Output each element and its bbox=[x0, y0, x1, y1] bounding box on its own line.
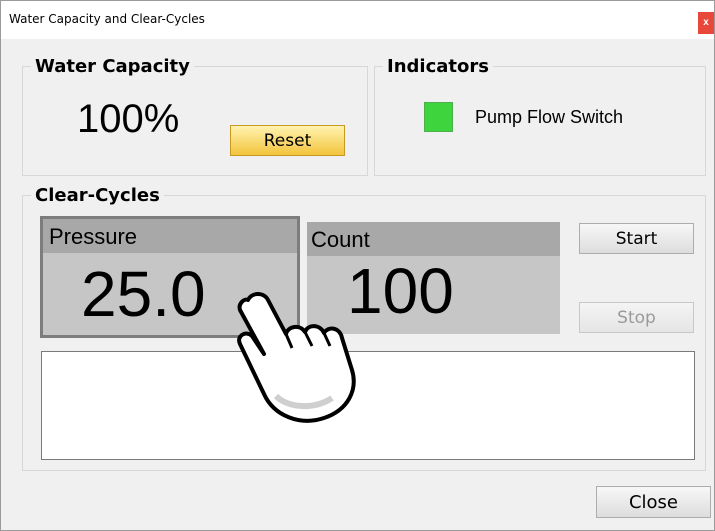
hand-pointer-icon bbox=[228, 286, 368, 431]
title-bar[interactable]: Water Capacity and Clear-Cycles x bbox=[1, 1, 714, 39]
reset-button[interactable]: Reset bbox=[230, 125, 345, 156]
water-capacity-group bbox=[22, 66, 368, 176]
pressure-value: 25.0 bbox=[81, 258, 206, 330]
stop-button[interactable]: Stop bbox=[579, 302, 694, 333]
close-window-button[interactable]: x bbox=[698, 12, 714, 34]
water-capacity-value: 100% bbox=[77, 97, 180, 141]
pump-flow-switch-label: Pump Flow Switch bbox=[475, 107, 624, 127]
water-capacity-label: Water Capacity bbox=[31, 56, 194, 77]
cycle-log-textbox[interactable] bbox=[41, 351, 695, 460]
window-title: Water Capacity and Clear-Cycles bbox=[9, 12, 205, 26]
start-button[interactable]: Start bbox=[579, 223, 694, 254]
count-label: Count bbox=[307, 222, 560, 256]
dialog-window: Water Capacity and Clear-Cycles x Water … bbox=[0, 0, 715, 531]
pump-flow-indicator-icon bbox=[424, 102, 453, 132]
pressure-label: Pressure bbox=[43, 219, 297, 253]
indicators-label: Indicators bbox=[383, 56, 493, 77]
close-button[interactable]: Close bbox=[596, 486, 711, 518]
clear-cycles-label: Clear-Cycles bbox=[31, 185, 164, 206]
